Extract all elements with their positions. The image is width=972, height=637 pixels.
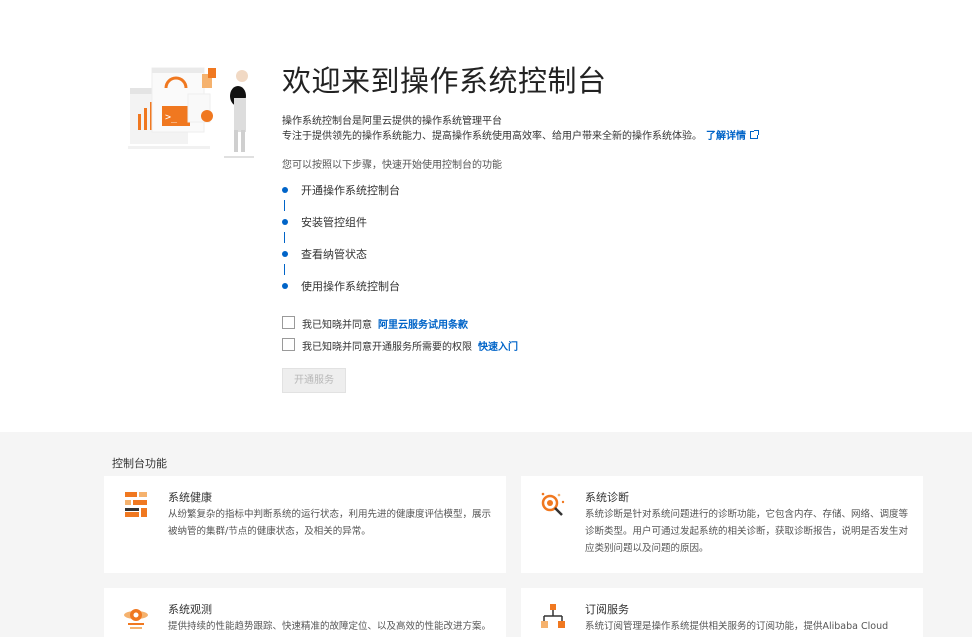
- permission-text: 我已知晓并同意开通服务所需要的权限 快速入门: [302, 338, 518, 353]
- step-label: 查看纳管状态: [301, 248, 367, 261]
- feature-description: 提供持续的性能趋势跟踪、快速精准的故障定位、以及高效的性能改进方案。: [168, 621, 492, 632]
- platform-subdescription: 专注于提供领先的操作系统能力、提高操作系统使用高效率、给用户带来全新的操作系统体…: [282, 127, 759, 142]
- feature-card-subscription[interactable]: 订阅服务 系统订阅管理是操作系统提供相关服务的订阅功能，提供Alibaba Cl…: [521, 588, 923, 637]
- step-label: 开通操作系统控制台: [301, 184, 400, 197]
- learn-more-link[interactable]: 了解详情: [706, 131, 746, 142]
- feature-card-diagnosis[interactable]: 系统诊断 系统诊断是针对系统问题进行的诊断功能，它包含内存、存储、网络、调度等诊…: [521, 476, 923, 573]
- feature-title: 系统诊断: [585, 491, 629, 504]
- diagnosis-icon: [541, 492, 565, 516]
- trial-terms-label: 我已知晓并同意: [302, 320, 372, 331]
- step-label: 安装管控组件: [301, 216, 367, 229]
- feature-description: 系统诊断是针对系统问题进行的诊断功能，它包含内存、存储、网络、调度等诊断类型。用…: [585, 509, 909, 554]
- trial-terms-link[interactable]: 阿里云服务试用条款: [378, 320, 468, 331]
- feature-title: 系统健康: [168, 491, 212, 504]
- step-dot: [282, 283, 288, 289]
- step-connector: [284, 264, 285, 275]
- trial-terms-text: 我已知晓并同意 阿里云服务试用条款: [302, 316, 468, 331]
- step-dot: [282, 219, 288, 225]
- steps-intro: 您可以按照以下步骤，快速开始使用控制台的功能: [282, 160, 502, 171]
- console-features-section: 控制台功能 系统健康 从纷繁复杂的指标中判断系统的运行状态，利用先进的健康度评估…: [0, 432, 972, 637]
- welcome-section: >_ 欢迎来到操作系统控制台 操作系统控制台是阿里云提供的操作系统管理平台 专注…: [0, 0, 972, 432]
- step-connector: [284, 232, 285, 243]
- page-title: 欢迎来到操作系统控制台: [282, 64, 607, 98]
- step-dot: [282, 251, 288, 257]
- svg-text:>_: >_: [165, 112, 178, 123]
- external-link-icon[interactable]: [750, 130, 759, 139]
- feature-description: 从纷繁复杂的指标中判断系统的运行状态，利用先进的健康度评估模型，展示被纳管的集群…: [168, 509, 492, 537]
- trial-terms-checkbox[interactable]: [282, 316, 295, 329]
- platform-description: 操作系统控制台是阿里云提供的操作系统管理平台: [282, 116, 502, 127]
- feature-title: 订阅服务: [585, 603, 629, 616]
- feature-description: 系统订阅管理是操作系统提供相关服务的订阅功能，提供Alibaba Cloud: [585, 621, 889, 632]
- feature-title: 系统观测: [168, 603, 212, 616]
- quick-start-link[interactable]: 快速入门: [478, 342, 518, 353]
- step-dot: [282, 187, 288, 193]
- observe-icon: [124, 609, 148, 629]
- welcome-illustration: >_: [128, 67, 254, 158]
- subscription-icon: [541, 604, 565, 628]
- feature-card-health[interactable]: 系统健康 从纷繁复杂的指标中判断系统的运行状态，利用先进的健康度评估模型，展示被…: [104, 476, 506, 573]
- permission-label: 我已知晓并同意开通服务所需要的权限: [302, 342, 472, 353]
- step-connector: [284, 200, 285, 211]
- feature-card-observe[interactable]: 系统观测 提供持续的性能趋势跟踪、快速精准的故障定位、以及高效的性能改进方案。: [104, 588, 506, 637]
- features-title: 控制台功能: [112, 457, 167, 470]
- subdescription-text: 专注于提供领先的操作系统能力、提高操作系统使用高效率、给用户带来全新的操作系统体…: [282, 131, 702, 142]
- open-service-button[interactable]: 开通服务: [282, 368, 346, 393]
- health-icon: [125, 492, 147, 517]
- permission-checkbox[interactable]: [282, 338, 295, 351]
- step-label: 使用操作系统控制台: [301, 280, 400, 293]
